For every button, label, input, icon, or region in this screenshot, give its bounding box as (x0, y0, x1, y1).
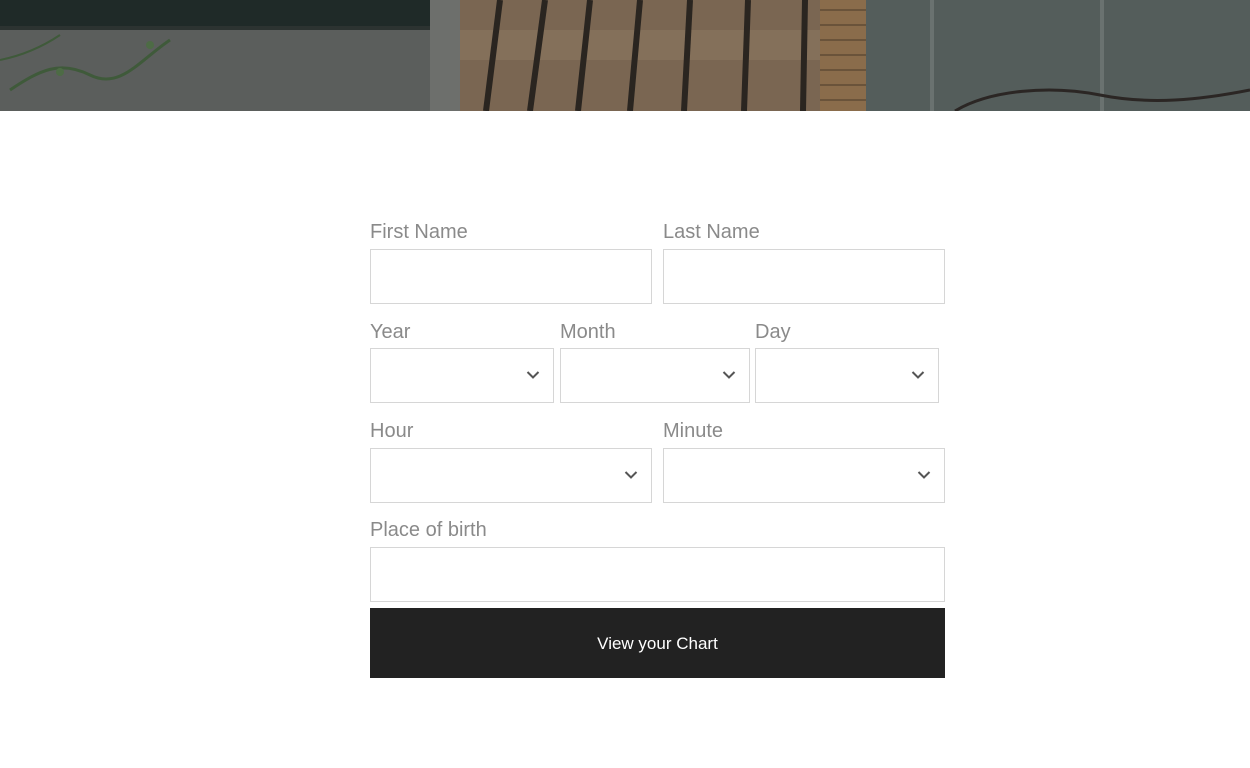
place-of-birth-input[interactable] (371, 548, 944, 601)
year-select[interactable] (370, 348, 554, 403)
chevron-down-icon (722, 371, 736, 379)
place-of-birth-field[interactable] (370, 547, 945, 602)
first-name-input[interactable] (371, 250, 651, 303)
first-name-label: First Name (370, 221, 468, 243)
minute-select[interactable] (663, 448, 945, 503)
chevron-down-icon (917, 471, 931, 479)
last-name-label: Last Name (663, 221, 760, 243)
view-chart-button[interactable]: View your Chart (370, 608, 945, 678)
hero-image (0, 0, 1250, 111)
year-label: Year (370, 321, 411, 343)
hour-label: Hour (370, 420, 414, 442)
chevron-down-icon (911, 371, 925, 379)
chevron-down-icon (526, 371, 540, 379)
month-label: Month (560, 321, 616, 343)
month-select[interactable] (560, 348, 750, 403)
minute-label: Minute (663, 420, 724, 442)
hour-select[interactable] (370, 448, 652, 503)
first-name-field[interactable] (370, 249, 652, 304)
last-name-field[interactable] (663, 249, 945, 304)
last-name-input[interactable] (664, 250, 944, 303)
day-select[interactable] (755, 348, 939, 403)
chevron-down-icon (624, 471, 638, 479)
place-of-birth-label: Place of birth (370, 519, 487, 541)
day-label: Day (755, 321, 791, 343)
